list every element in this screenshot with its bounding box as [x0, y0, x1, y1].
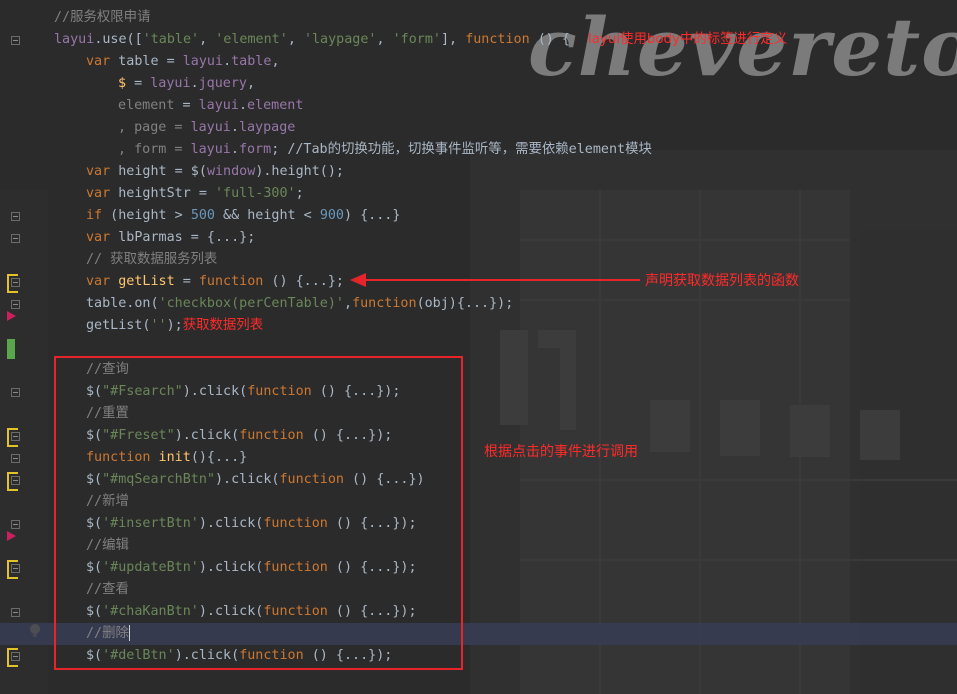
code-token: layui [190, 142, 231, 157]
code-token: getList [110, 274, 175, 289]
code-token: . [230, 120, 239, 135]
code-token: heightStr = [110, 186, 215, 201]
code-token: var [86, 230, 111, 245]
code-token: , page = [118, 120, 191, 135]
code-token: ); [166, 318, 183, 333]
code-token: .use([ [94, 32, 143, 47]
code-token: jquery [198, 76, 247, 91]
annotation-arrow [350, 273, 640, 287]
code-token: 500 [190, 208, 215, 223]
code-token: = [174, 274, 199, 289]
code-line: // 获取数据服务列表 [86, 249, 217, 271]
code-token: $ [118, 76, 127, 91]
code-token: var [86, 164, 111, 179]
code-line: var getList = function () {...}; [86, 271, 344, 293]
code-token: () {...}; [263, 274, 344, 289]
code-token: element [118, 98, 175, 113]
code-token: ], [441, 32, 466, 47]
code-line: getList('');获取数据列表 [86, 315, 263, 337]
code-token: , [199, 32, 216, 47]
code-token: = [174, 98, 199, 113]
code-token: //Tab的切换功能，切换事件监听等，需要依赖element模块 [287, 142, 652, 157]
code-token: && height < [215, 208, 320, 223]
code-token: layui [198, 98, 239, 113]
code-token: ; [271, 142, 288, 157]
code-token: layui [190, 120, 231, 135]
code-line: table.on('checkbox(perCenTable)',functio… [86, 293, 513, 315]
code-line: var table = layui.table, [86, 51, 280, 73]
code-token: height = $( [110, 164, 207, 179]
code-token: ).height(); [255, 164, 344, 179]
code-token: = [126, 76, 151, 91]
code-token: var [86, 186, 111, 201]
code-token: 'element' [215, 32, 288, 47]
code-token: 900 [319, 208, 344, 223]
code-token: var [86, 274, 111, 289]
code-token: var [86, 54, 111, 69]
code-token: , [247, 76, 256, 91]
comment: //服务权限申请 [54, 10, 151, 25]
code-line: , form = layui.form; //Tab的切换功能，切换事件监听等，… [118, 139, 652, 161]
code-token: (obj){...}); [416, 296, 514, 311]
code-token: '' [150, 318, 167, 333]
annotation-list-function: 声明获取数据列表的函数 [645, 273, 799, 289]
annotation-get-list: 获取数据列表 [182, 318, 264, 333]
code-token: , [344, 296, 353, 311]
code-token: . [190, 76, 199, 91]
code-token: // 获取数据服务列表 [86, 252, 218, 267]
code-token: . [230, 142, 239, 157]
code-line: //服务权限申请 [54, 7, 150, 29]
overlay-comment: layui使用body中的标签进行定义 [588, 32, 788, 47]
code-line: var lbParmas = {...}; [86, 227, 255, 249]
code-token: layui [182, 54, 224, 69]
code-token: table [231, 54, 272, 69]
code-line: var heightStr = 'full-300'; [86, 183, 304, 205]
annotation-event-calls: 根据点击的事件进行调用 [484, 444, 638, 460]
code-token: layui [150, 76, 191, 91]
code-token: lbParmas = {...}; [110, 230, 256, 245]
code-line: $ = layui.jquery, [118, 73, 255, 95]
code-token: , [287, 32, 304, 47]
code-token: 'table' [142, 32, 200, 47]
code-token: laypage [238, 120, 296, 135]
code-token: 'laypage' [303, 32, 377, 47]
code-token: function [352, 296, 417, 311]
code-token: getList( [86, 318, 151, 333]
code-token: window [206, 164, 256, 179]
code-line: element = layui.element [118, 95, 303, 117]
code-token: (height > [102, 208, 191, 223]
code-token: table.on( [86, 296, 159, 311]
code-line: if (height > 500 && height < 900) {...} [86, 205, 400, 227]
highlight-box [54, 356, 463, 670]
code-token: 'full-300' [215, 186, 296, 201]
code-token: () { [529, 32, 570, 47]
code-token: , [271, 54, 280, 69]
code-token: ; [295, 186, 304, 201]
code-token: 'checkbox(perCenTable)' [158, 296, 344, 311]
code-token: table = [110, 54, 183, 69]
code-token: . [238, 98, 247, 113]
code-token: form [238, 142, 272, 157]
code-line: , page = layui.laypage [118, 117, 295, 139]
code-token: 'form' [392, 32, 441, 47]
code-line: var height = $(window).height(); [86, 161, 344, 183]
code-line: layui.use(['table', 'element', 'laypage'… [54, 29, 787, 51]
code-token: function [198, 274, 264, 289]
code-token: element [247, 98, 304, 113]
code-token: , [376, 32, 393, 47]
code-token: ) {...} [344, 208, 401, 223]
code-token: layui [54, 32, 95, 47]
code-token: if [86, 208, 103, 223]
code-token: . [223, 54, 232, 69]
code-token: function [465, 32, 530, 47]
code-token: , form = [118, 142, 191, 157]
